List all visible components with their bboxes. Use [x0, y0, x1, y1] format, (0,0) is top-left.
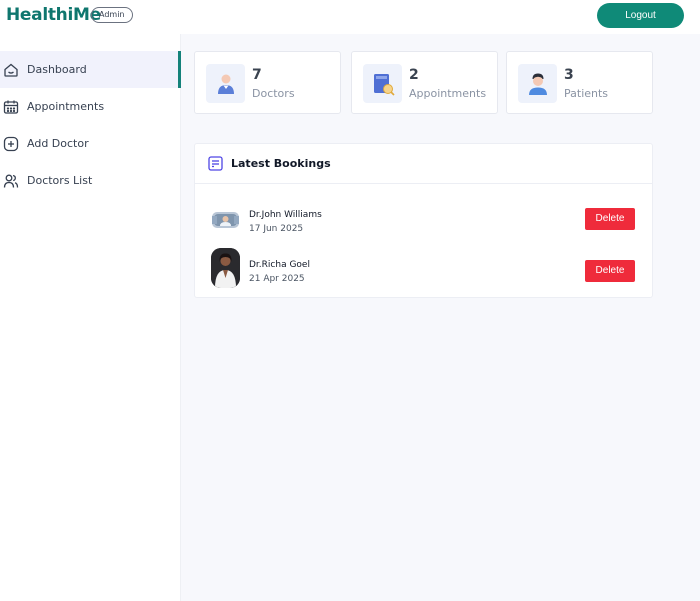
stat-label: Patients	[564, 87, 609, 100]
latest-bookings-panel: Latest Bookings Dr.John Williams 17 Jun …	[194, 143, 653, 298]
stat-value: 3	[564, 67, 574, 83]
bookings-header: Latest Bookings	[195, 144, 652, 184]
doctor-name: Dr.John Williams	[249, 210, 322, 220]
stat-value: 7	[252, 67, 262, 83]
avatar	[211, 200, 240, 240]
sidebar: Dashboard Appointments Add Doctor Doctor…	[0, 34, 181, 601]
bookings-title: Latest Bookings	[231, 157, 331, 170]
people-icon	[3, 173, 19, 189]
sidebar-item-label: Dashboard	[27, 63, 87, 76]
booking-row: Dr.Richa Goel 21 Apr 2025 Delete	[195, 248, 654, 292]
doctor-icon	[206, 64, 245, 103]
sidebar-item-doctors-list[interactable]: Doctors List	[0, 162, 181, 199]
patient-icon	[518, 64, 557, 103]
home-icon	[3, 62, 19, 78]
stat-card-patients: 3 Patients	[506, 51, 653, 114]
add-icon	[3, 136, 19, 152]
sidebar-item-add-doctor[interactable]: Add Doctor	[0, 125, 181, 162]
sidebar-item-label: Appointments	[27, 100, 105, 113]
delete-button[interactable]: Delete	[585, 208, 635, 230]
list-icon	[208, 156, 223, 171]
sidebar-item-appointments[interactable]: Appointments	[0, 88, 181, 125]
logout-button[interactable]: Logout	[597, 3, 684, 28]
stat-label: Doctors	[252, 87, 295, 100]
sidebar-item-label: Doctors List	[27, 174, 93, 187]
stat-value: 2	[409, 67, 419, 83]
admin-badge: Admin	[91, 7, 133, 23]
doctor-name: Dr.Richa Goel	[249, 260, 310, 270]
delete-button[interactable]: Delete	[585, 260, 635, 282]
appointment-book-icon	[363, 64, 402, 103]
stat-card-appointments: 2 Appointments	[351, 51, 498, 114]
booking-row: Dr.John Williams 17 Jun 2025 Delete	[195, 198, 654, 242]
booking-date: 21 Apr 2025	[249, 274, 305, 284]
booking-date: 17 Jun 2025	[249, 224, 304, 234]
calendar-icon	[3, 99, 19, 115]
main-content: 7 Doctors 2 Appointments 3 Patients Late…	[181, 34, 700, 601]
top-header: HealthiMe Admin Logout	[0, 0, 700, 34]
brand-logo[interactable]: HealthiMe	[6, 5, 101, 25]
stat-card-doctors: 7 Doctors	[194, 51, 341, 114]
avatar	[211, 248, 240, 288]
sidebar-item-label: Add Doctor	[27, 137, 89, 150]
stat-label: Appointments	[409, 87, 487, 100]
sidebar-item-dashboard[interactable]: Dashboard	[0, 51, 181, 88]
